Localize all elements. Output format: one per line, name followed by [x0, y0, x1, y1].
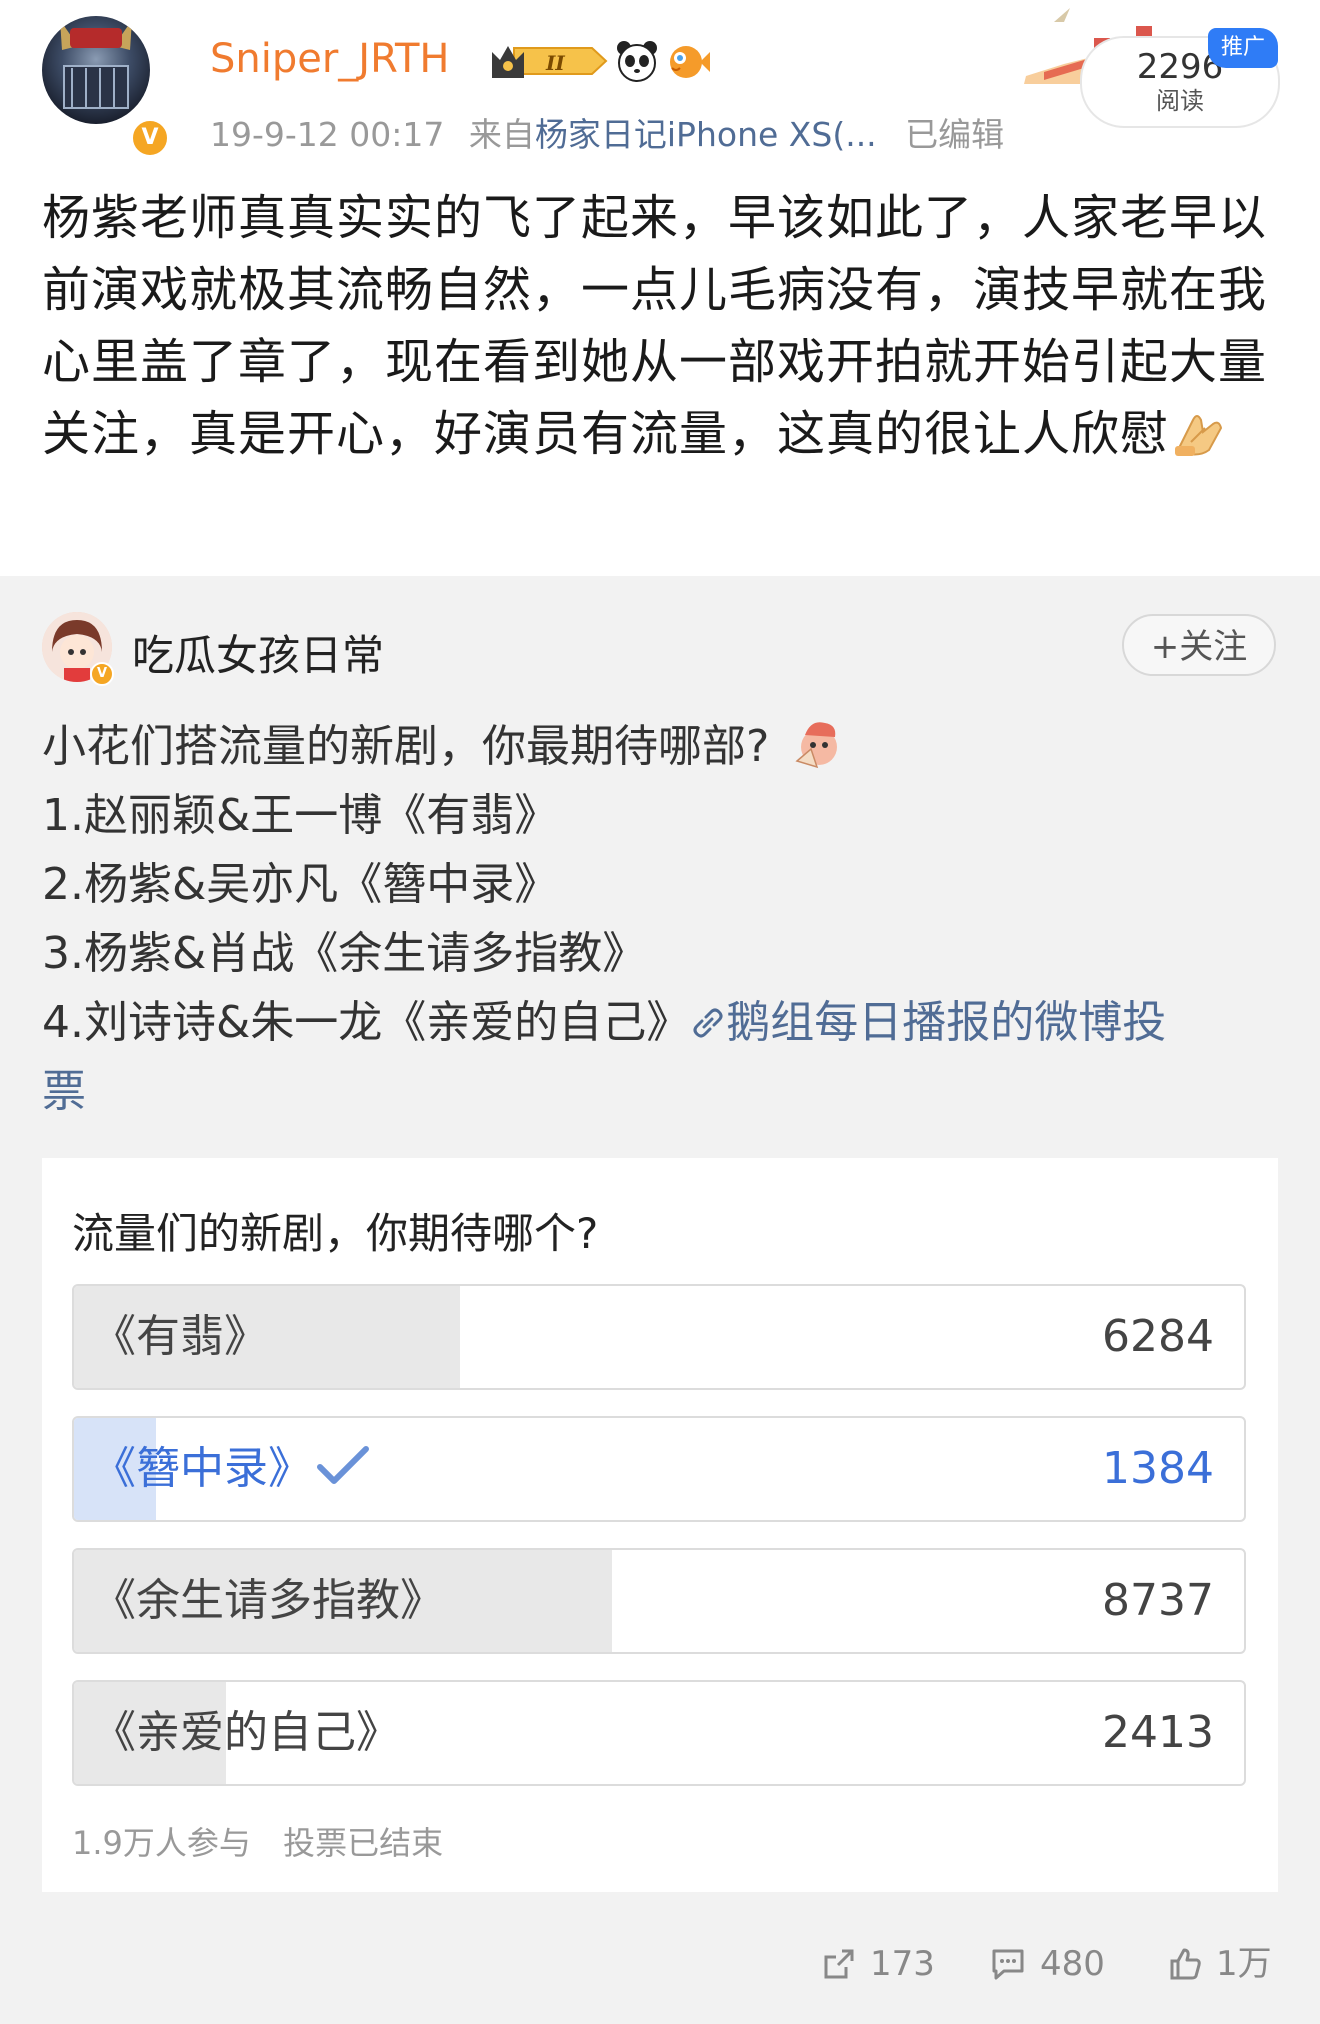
poll-title: 流量们的新剧，你期待哪个? — [72, 1209, 599, 1258]
poll-option-1[interactable]: 《有翡》 6284 — [72, 1284, 1246, 1390]
poll-option-4-count: 2413 — [1102, 1707, 1214, 1758]
poll-option-2[interactable]: 《簪中录》 1384 — [72, 1416, 1246, 1522]
repost-username[interactable]: 吃瓜女孩日常 — [132, 622, 384, 683]
post-source-prefix: 来自 — [468, 115, 535, 154]
poll-option-4-label: 《亲爱的自己》 — [92, 1707, 400, 1758]
comment-icon — [992, 1949, 1024, 1980]
folded-hands-emoji-icon — [1175, 415, 1223, 456]
post-body-text: 杨紫老师真真实实的飞了起来，早该如此了，人家老早以前演戏就极其流畅自然，一点儿毛… — [42, 190, 1268, 462]
poll-option-1-count: 6284 — [1102, 1311, 1214, 1362]
crown-level-badge-icon[interactable]: II — [488, 40, 608, 82]
post-meta: 19-9-12 00:17 来自杨家日记iPhone XS(... 已编辑 — [210, 108, 1004, 156]
thumbs-up-icon — [1170, 1948, 1201, 1980]
post-source[interactable]: 杨家日记iPhone XS(... — [535, 115, 877, 154]
repost-line-1: 1.赵丽颖&王一博《有翡》 — [42, 790, 559, 841]
post-timestamp: 19-9-12 00:17 — [210, 115, 445, 154]
poll-option-2-count: 1384 — [1102, 1443, 1214, 1494]
panda-icon — [617, 41, 657, 82]
post-username[interactable]: Sniper_JRTH — [210, 36, 450, 82]
action-bar: 173 480 1万 — [0, 1934, 1320, 1994]
poll-option-3-label: 《余生请多指教》 — [92, 1575, 444, 1626]
verified-v-icon: V — [130, 118, 170, 158]
poll-footer: 1.9万人参与 投票已结束 — [72, 1818, 443, 1864]
fan-emoji-icon — [795, 722, 838, 769]
repost-body: 小花们搭流量的新剧，你最期待哪部? 1.赵丽颖&王一博《有翡》 2.杨紫&吴亦凡… — [42, 712, 1282, 1126]
checkmark-icon — [317, 1446, 369, 1484]
repost-line-3: 3.杨紫&肖战《余生请多指教》 — [42, 928, 647, 979]
poll-option-3-count: 8737 — [1102, 1575, 1214, 1626]
repost-line-0: 小花们搭流量的新剧，你最期待哪部? — [42, 712, 1282, 781]
poll-option-4[interactable]: 《亲爱的自己》 2413 — [72, 1680, 1246, 1786]
repost-line-4: 4.刘诗诗&朱一龙《亲爱的自己》 鹅组每日播报的微博投 — [42, 988, 1282, 1057]
post-edited: 已编辑 — [905, 115, 1005, 154]
repost-line-0-text: 小花们搭流量的新剧，你最期待哪部? — [42, 721, 770, 772]
poll-option-2-label: 《簪中录》 — [92, 1443, 312, 1494]
poll-option-1-label: 《有翡》 — [92, 1311, 268, 1362]
promote-badge[interactable]: 推广 — [1208, 28, 1278, 68]
post-body: 杨紫老师真真实实的飞了起来，早该如此了，人家老早以前演戏就极其流畅自然，一点儿毛… — [42, 182, 1282, 470]
poll-link[interactable]: 鹅组每日播报的微博投 — [690, 997, 1166, 1048]
comment-button[interactable]: 480 — [990, 1934, 1105, 1994]
level-badge-text: II — [545, 51, 565, 75]
poll-participants: 1.9万人参与 — [72, 1824, 251, 1862]
like-count: 1万 — [1216, 1944, 1272, 1984]
poll-card: 流量们的新剧，你期待哪个? 《有翡》 6284 《簪中录》 1384 《余生请多… — [42, 1158, 1278, 1892]
link-icon — [693, 1008, 723, 1038]
poll-option-2-label-wrap: 《簪中录》 — [92, 1418, 370, 1520]
repost-button[interactable]: 173 — [822, 1934, 935, 1994]
repost-line-2: 2.杨紫&吴亦凡《簪中录》 — [42, 859, 559, 910]
poll-link-text-1: 鹅组每日播报的微博投 — [726, 997, 1167, 1048]
repost-count: 173 — [870, 1944, 935, 1984]
repost-verified-icon: V — [90, 662, 114, 686]
poll-link-continued[interactable]: 票 — [42, 1057, 1282, 1126]
user-avatar[interactable] — [42, 16, 150, 124]
pufferfish-icon — [670, 46, 710, 78]
repost-line-4-text: 4.刘诗诗&朱一龙《亲爱的自己》 — [42, 997, 691, 1048]
comment-count: 480 — [1040, 1944, 1105, 1984]
poll-option-3[interactable]: 《余生请多指教》 8737 — [72, 1548, 1246, 1654]
like-button[interactable]: 1万 — [1168, 1934, 1272, 1994]
repost-icon — [824, 1949, 854, 1979]
follow-button[interactable]: +关注 — [1122, 614, 1276, 676]
read-label: 阅读 — [1156, 87, 1204, 115]
poll-status: 投票已结束 — [283, 1824, 444, 1862]
